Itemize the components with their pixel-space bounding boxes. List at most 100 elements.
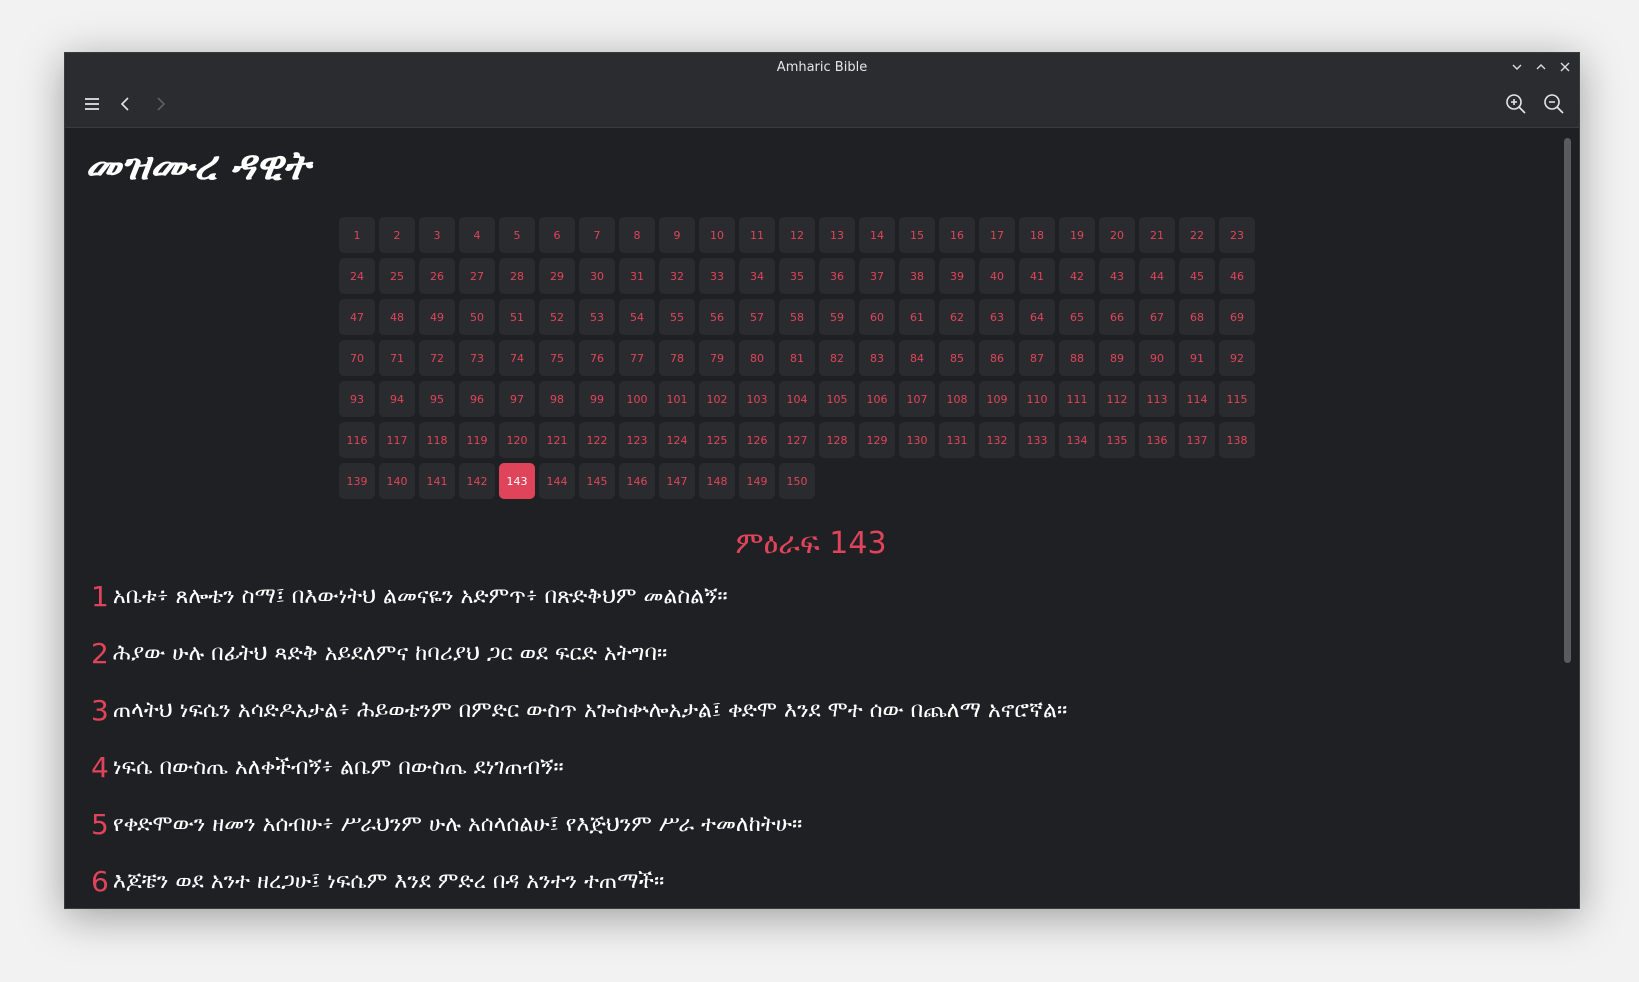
chapter-button-98[interactable]: 98 xyxy=(539,381,575,417)
chapter-button-24[interactable]: 24 xyxy=(339,258,375,294)
chapter-button-42[interactable]: 42 xyxy=(1059,258,1095,294)
chapter-button-147[interactable]: 147 xyxy=(659,463,695,499)
chapter-button-140[interactable]: 140 xyxy=(379,463,415,499)
chapter-button-79[interactable]: 79 xyxy=(699,340,735,376)
chapter-button-88[interactable]: 88 xyxy=(1059,340,1095,376)
chapter-button-8[interactable]: 8 xyxy=(619,217,655,253)
maximize-button[interactable] xyxy=(1533,59,1549,75)
chapter-button-150[interactable]: 150 xyxy=(779,463,815,499)
chapter-button-58[interactable]: 58 xyxy=(779,299,815,335)
chapter-button-123[interactable]: 123 xyxy=(619,422,655,458)
chapter-button-53[interactable]: 53 xyxy=(579,299,615,335)
chapter-button-135[interactable]: 135 xyxy=(1099,422,1135,458)
chapter-button-40[interactable]: 40 xyxy=(979,258,1015,294)
chapter-button-107[interactable]: 107 xyxy=(899,381,935,417)
chapter-button-31[interactable]: 31 xyxy=(619,258,655,294)
chapter-button-67[interactable]: 67 xyxy=(1139,299,1175,335)
chapter-button-14[interactable]: 14 xyxy=(859,217,895,253)
chapter-button-12[interactable]: 12 xyxy=(779,217,815,253)
chapter-button-50[interactable]: 50 xyxy=(459,299,495,335)
chapter-button-148[interactable]: 148 xyxy=(699,463,735,499)
chapter-button-48[interactable]: 48 xyxy=(379,299,415,335)
chapter-button-64[interactable]: 64 xyxy=(1019,299,1055,335)
chapter-button-17[interactable]: 17 xyxy=(979,217,1015,253)
chapter-button-19[interactable]: 19 xyxy=(1059,217,1095,253)
chapter-button-60[interactable]: 60 xyxy=(859,299,895,335)
chapter-button-18[interactable]: 18 xyxy=(1019,217,1055,253)
chapter-button-136[interactable]: 136 xyxy=(1139,422,1175,458)
chapter-button-126[interactable]: 126 xyxy=(739,422,775,458)
chapter-button-51[interactable]: 51 xyxy=(499,299,535,335)
chapter-button-70[interactable]: 70 xyxy=(339,340,375,376)
chapter-button-115[interactable]: 115 xyxy=(1219,381,1255,417)
chapter-button-133[interactable]: 133 xyxy=(1019,422,1055,458)
chapter-button-3[interactable]: 3 xyxy=(419,217,455,253)
minimize-button[interactable] xyxy=(1509,59,1525,75)
chapter-button-119[interactable]: 119 xyxy=(459,422,495,458)
chapter-button-63[interactable]: 63 xyxy=(979,299,1015,335)
chapter-button-125[interactable]: 125 xyxy=(699,422,735,458)
chapter-button-103[interactable]: 103 xyxy=(739,381,775,417)
chapter-button-46[interactable]: 46 xyxy=(1219,258,1255,294)
chapter-button-96[interactable]: 96 xyxy=(459,381,495,417)
chapter-button-6[interactable]: 6 xyxy=(539,217,575,253)
chapter-button-114[interactable]: 114 xyxy=(1179,381,1215,417)
chapter-button-124[interactable]: 124 xyxy=(659,422,695,458)
chapter-button-92[interactable]: 92 xyxy=(1219,340,1255,376)
chapter-button-141[interactable]: 141 xyxy=(419,463,455,499)
chapter-button-134[interactable]: 134 xyxy=(1059,422,1095,458)
chapter-button-5[interactable]: 5 xyxy=(499,217,535,253)
chapter-button-120[interactable]: 120 xyxy=(499,422,535,458)
chapter-button-145[interactable]: 145 xyxy=(579,463,615,499)
chapter-button-9[interactable]: 9 xyxy=(659,217,695,253)
chapter-button-13[interactable]: 13 xyxy=(819,217,855,253)
chapter-button-142[interactable]: 142 xyxy=(459,463,495,499)
vertical-scrollbar[interactable] xyxy=(1557,128,1579,908)
chapter-button-27[interactable]: 27 xyxy=(459,258,495,294)
chapter-button-138[interactable]: 138 xyxy=(1219,422,1255,458)
chapter-button-97[interactable]: 97 xyxy=(499,381,535,417)
chapter-button-89[interactable]: 89 xyxy=(1099,340,1135,376)
chapter-button-111[interactable]: 111 xyxy=(1059,381,1095,417)
chapter-button-20[interactable]: 20 xyxy=(1099,217,1135,253)
chapter-button-41[interactable]: 41 xyxy=(1019,258,1055,294)
chapter-button-59[interactable]: 59 xyxy=(819,299,855,335)
chapter-button-62[interactable]: 62 xyxy=(939,299,975,335)
chapter-button-110[interactable]: 110 xyxy=(1019,381,1055,417)
chapter-button-7[interactable]: 7 xyxy=(579,217,615,253)
chapter-button-105[interactable]: 105 xyxy=(819,381,855,417)
chapter-button-122[interactable]: 122 xyxy=(579,422,615,458)
chapter-button-86[interactable]: 86 xyxy=(979,340,1015,376)
chapter-button-94[interactable]: 94 xyxy=(379,381,415,417)
chapter-button-144[interactable]: 144 xyxy=(539,463,575,499)
chapter-button-129[interactable]: 129 xyxy=(859,422,895,458)
chapter-button-36[interactable]: 36 xyxy=(819,258,855,294)
chapter-button-65[interactable]: 65 xyxy=(1059,299,1095,335)
chapter-button-26[interactable]: 26 xyxy=(419,258,455,294)
chapter-button-61[interactable]: 61 xyxy=(899,299,935,335)
chapter-button-100[interactable]: 100 xyxy=(619,381,655,417)
chapter-button-78[interactable]: 78 xyxy=(659,340,695,376)
chapter-button-85[interactable]: 85 xyxy=(939,340,975,376)
chapter-button-66[interactable]: 66 xyxy=(1099,299,1135,335)
chapter-button-121[interactable]: 121 xyxy=(539,422,575,458)
chapter-button-72[interactable]: 72 xyxy=(419,340,455,376)
chapter-button-128[interactable]: 128 xyxy=(819,422,855,458)
chapter-button-131[interactable]: 131 xyxy=(939,422,975,458)
chapter-button-82[interactable]: 82 xyxy=(819,340,855,376)
chapter-button-44[interactable]: 44 xyxy=(1139,258,1175,294)
chapter-button-4[interactable]: 4 xyxy=(459,217,495,253)
chapter-button-116[interactable]: 116 xyxy=(339,422,375,458)
chapter-button-23[interactable]: 23 xyxy=(1219,217,1255,253)
chapter-button-91[interactable]: 91 xyxy=(1179,340,1215,376)
chapter-button-29[interactable]: 29 xyxy=(539,258,575,294)
chapter-button-109[interactable]: 109 xyxy=(979,381,1015,417)
chapter-button-22[interactable]: 22 xyxy=(1179,217,1215,253)
chapter-button-16[interactable]: 16 xyxy=(939,217,975,253)
chapter-button-34[interactable]: 34 xyxy=(739,258,775,294)
chapter-button-75[interactable]: 75 xyxy=(539,340,575,376)
chapter-button-101[interactable]: 101 xyxy=(659,381,695,417)
chapter-button-56[interactable]: 56 xyxy=(699,299,735,335)
chapter-button-33[interactable]: 33 xyxy=(699,258,735,294)
chapter-button-37[interactable]: 37 xyxy=(859,258,895,294)
